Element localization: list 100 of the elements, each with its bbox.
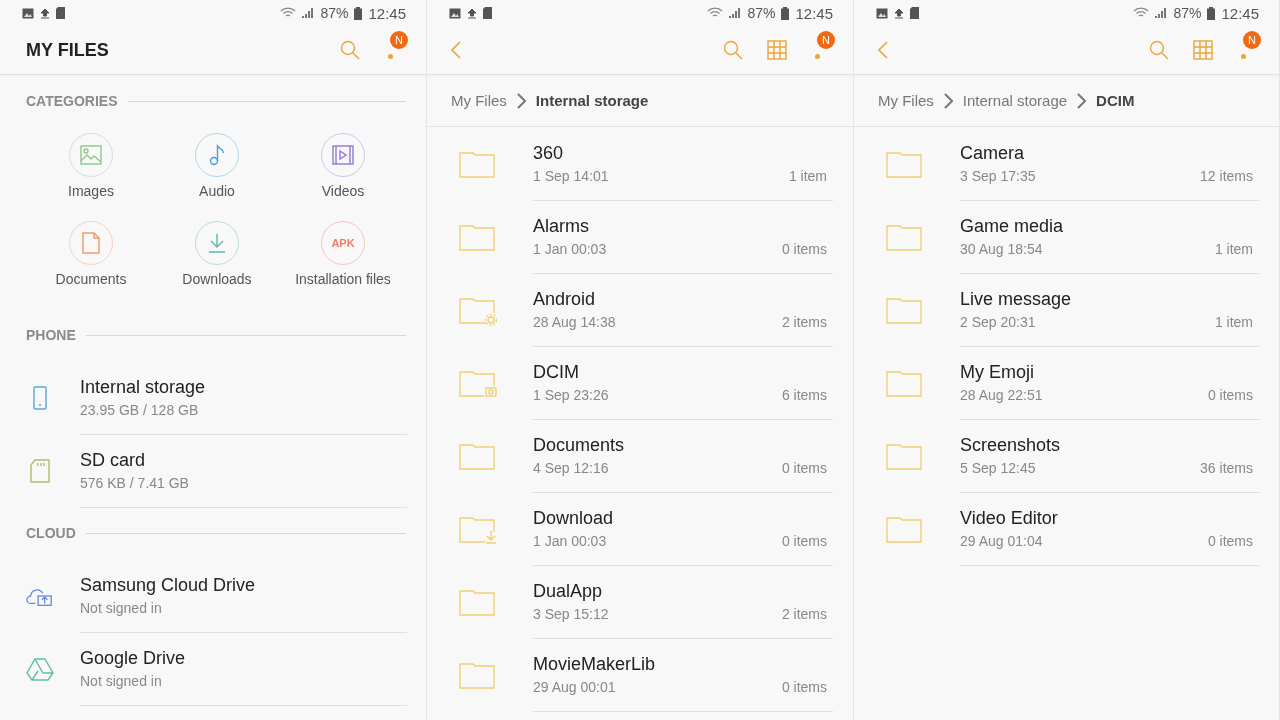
chevron-right-icon <box>943 92 953 109</box>
signal-icon <box>729 7 742 19</box>
folder-row[interactable]: Video Editor 29 Aug 01:04 0 items <box>854 492 1279 565</box>
upload-icon <box>467 7 477 19</box>
battery-icon <box>1207 6 1216 20</box>
category-label[interactable]: Videos <box>321 183 365 199</box>
apk-label: APK <box>331 237 355 249</box>
folder-row[interactable]: Game media 30 Aug 18:54 1 item <box>854 200 1279 273</box>
upload-icon <box>40 7 50 19</box>
chevron-right-icon <box>516 92 526 109</box>
folder-date: 30 Aug 18:54 <box>960 240 1043 257</box>
storage-name: Samsung Cloud Drive <box>80 574 257 596</box>
storage-item[interactable]: Google Drive Not signed in <box>0 632 426 705</box>
folder-row[interactable]: DCIM 1 Sep 23:26 6 items <box>427 346 853 419</box>
clock: 12:45 <box>795 4 833 22</box>
storage-detail: 576 KB / 7.41 GB <box>80 474 190 491</box>
category-label[interactable]: Documents <box>55 271 127 287</box>
folder-date: 1 Sep 23:26 <box>533 386 609 403</box>
battery-percent: 87% <box>320 5 349 21</box>
folder-date: 2 Sep 20:31 <box>960 313 1036 330</box>
image-icon <box>22 7 34 19</box>
folder-row[interactable]: MovieMakerLib 29 Aug 00:01 0 items <box>427 638 853 711</box>
folder-row[interactable]: Screenshots 5 Sep 12:45 36 items <box>854 419 1279 492</box>
item-count: 0 items <box>781 532 827 549</box>
music-note-icon <box>209 144 225 166</box>
item-count: 2 items <box>781 605 827 622</box>
storage-name: Google Drive <box>80 647 187 669</box>
battery-icon <box>354 6 363 20</box>
storage-item[interactable]: Internal storage 23.95 GB / 128 GB <box>0 361 426 434</box>
image-icon <box>449 7 461 19</box>
triangle-drive-icon <box>26 656 54 681</box>
sd-card-icon <box>483 7 492 19</box>
clock: 12:45 <box>368 4 406 22</box>
breadcrumb-link[interactable]: My Files <box>878 92 934 109</box>
folder-name: Video Editor <box>960 507 1059 529</box>
back-button[interactable] <box>451 41 461 59</box>
item-count: 0 items <box>1207 532 1253 549</box>
item-count: 0 items <box>781 459 827 476</box>
grid-view-button[interactable] <box>767 40 787 60</box>
sd-card-icon <box>30 458 50 483</box>
folder-date: 29 Aug 00:01 <box>533 678 616 695</box>
dot-icon <box>1241 54 1246 59</box>
folder-name: Android <box>533 288 597 310</box>
sd-card-icon <box>910 7 919 19</box>
breadcrumb-link[interactable]: DCIM <box>1096 92 1135 109</box>
item-count: 0 items <box>781 678 827 695</box>
app-title: MY FILES <box>26 39 109 61</box>
folder-row[interactable]: Camera 3 Sep 17:35 12 items <box>854 127 1279 200</box>
category-label[interactable]: Installation files <box>295 271 391 287</box>
grid-view-button[interactable] <box>1193 40 1213 60</box>
folder-date: 4 Sep 12:16 <box>533 459 609 476</box>
battery-percent: 87% <box>1173 5 1202 21</box>
folder-row[interactable]: My Emoji 28 Aug 22:51 0 items <box>854 346 1279 419</box>
folder-name: My Emoji <box>960 361 1035 383</box>
search-button[interactable] <box>1149 40 1169 60</box>
storage-item[interactable]: SD card 576 KB / 7.41 GB <box>0 434 426 507</box>
wifi-icon <box>280 7 297 19</box>
back-button[interactable] <box>878 41 888 59</box>
breadcrumb-link[interactable]: Internal storage <box>535 92 649 109</box>
folder-name: DCIM <box>533 361 580 383</box>
clock: 12:45 <box>1221 4 1259 22</box>
grid-icon <box>767 40 787 60</box>
search-icon <box>1149 40 1169 60</box>
folder-row[interactable]: Live message 2 Sep 20:31 1 item <box>854 273 1279 346</box>
wifi-icon <box>707 7 724 19</box>
item-count: 1 item <box>1214 240 1253 257</box>
breadcrumb-link[interactable]: Internal storage <box>962 92 1068 109</box>
section-label: CLOUD <box>26 525 76 541</box>
signal-icon <box>1155 7 1168 19</box>
item-count: 36 items <box>1200 459 1253 476</box>
item-count: 0 items <box>1207 386 1253 403</box>
image-icon <box>876 7 888 19</box>
storage-detail: 23.95 GB / 128 GB <box>80 401 200 418</box>
storage-detail: Not signed in <box>80 672 163 689</box>
category-label[interactable]: Downloads <box>182 271 252 287</box>
folder-row[interactable]: Documents 4 Sep 12:16 0 items <box>427 419 853 492</box>
storage-name: Internal storage <box>80 376 207 398</box>
search-button[interactable] <box>723 40 743 60</box>
download-icon <box>208 233 226 253</box>
video-icon <box>332 145 354 165</box>
section-label: PHONE <box>26 327 76 343</box>
folder-row[interactable]: DualApp 3 Sep 15:12 2 items <box>427 565 853 638</box>
folder-name: MovieMakerLib <box>533 653 657 675</box>
search-button[interactable] <box>340 40 360 60</box>
folder-row[interactable]: Alarms 1 Jan 00:03 0 items <box>427 200 853 273</box>
folder-row[interactable]: Android 28 Aug 14:38 2 items <box>427 273 853 346</box>
category-label[interactable]: Images <box>68 183 114 199</box>
storage-item[interactable]: Samsung Cloud Drive Not signed in <box>0 559 426 632</box>
category-label[interactable]: Audio <box>199 183 235 199</box>
battery-percent: 87% <box>747 5 776 21</box>
folder-name: Download <box>533 507 615 529</box>
back-icon <box>878 41 888 59</box>
folder-row[interactable]: Download 1 Jan 00:03 0 items <box>427 492 853 565</box>
folder-row[interactable]: 360 1 Sep 14:01 1 item <box>427 127 853 200</box>
back-icon <box>451 41 461 59</box>
folder-date: 1 Sep 14:01 <box>533 167 609 184</box>
folder-name: Documents <box>533 434 626 456</box>
breadcrumb-link[interactable]: My Files <box>451 92 507 109</box>
folder-name: Camera <box>960 142 1026 164</box>
phone-icon <box>33 385 47 410</box>
